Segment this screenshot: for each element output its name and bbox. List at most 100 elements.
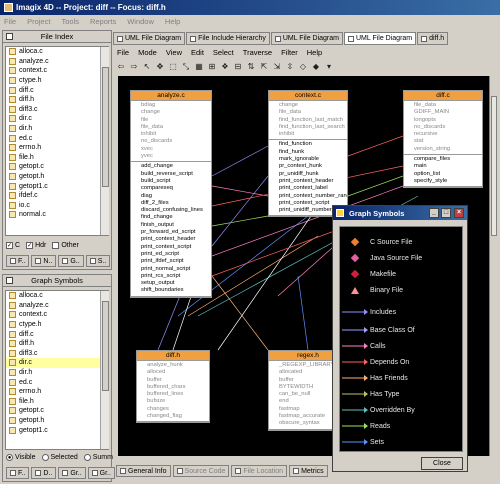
forward-icon[interactable]: ⇨ [129,62,139,72]
diagram-node[interactable]: diff.h analyze_hunk alloced buffer buffered_… [136,350,210,424]
node-member[interactable]: inhibit [269,131,347,138]
node-member[interactable]: print_context_script [131,244,211,251]
list-item[interactable]: diff.c [6,329,108,339]
diagram-menu-mode[interactable]: Mode [138,48,157,57]
node-member[interactable]: alloced [137,369,209,376]
filter-other[interactable]: Other [52,242,79,249]
list-item[interactable]: ifdef.c [6,191,108,201]
node-member[interactable]: yvec [131,153,211,160]
list-item[interactable]: ed.c [6,133,108,143]
filter-hdr[interactable]: ✓ Hdr [26,242,46,249]
dependency-edge[interactable] [211,275,269,351]
tab-diff-h[interactable]: diff.h [417,32,449,45]
list-item[interactable]: diff.c [6,85,108,95]
radio-summ[interactable]: Summ [83,454,113,461]
radio-summ-dot[interactable] [83,454,91,461]
filter-c[interactable]: ✓ C [6,242,20,249]
panel-menu-icon[interactable] [6,33,13,40]
dropdown-icon[interactable]: ▾ [324,62,334,72]
tab-n[interactable]: N.. [31,255,57,267]
node-member[interactable]: print_ed_script [131,251,211,258]
tab-metrics[interactable]: Metrics [289,465,328,477]
node-member[interactable]: version_string [404,146,482,153]
zoom-icon[interactable]: ⤡ [181,62,191,72]
panel-menu-icon[interactable] [6,277,13,284]
list-item[interactable]: file.h [6,153,108,163]
dependency-edge[interactable] [211,225,349,277]
list-item[interactable]: getopt1.c [6,181,108,191]
layout-tree-icon[interactable]: ⊞ [207,62,217,72]
tab-gr-2[interactable]: Gr.. [87,467,115,479]
node-member[interactable]: find_change [131,214,211,221]
diagram-node[interactable]: analyze.c bdiag change file file_data inhibit… [130,90,212,298]
list-item[interactable]: getopt.h [6,172,108,182]
node-member[interactable]: diag [131,193,211,200]
list-item[interactable]: io.c [6,201,108,211]
dependency-edge[interactable] [211,185,269,197]
node-member[interactable]: print_context_label [269,185,347,192]
list-item[interactable]: context.c [6,310,108,320]
close-button[interactable]: Close [421,457,463,470]
node-member[interactable]: bufsize [137,398,209,405]
list-item[interactable]: errno.h [6,387,108,397]
checkbox-hdr[interactable]: ✓ [26,242,34,249]
scrollbar-thumb[interactable] [102,301,109,391]
rubberband-icon[interactable]: ⬚ [168,62,178,72]
expand-icon[interactable]: ⇲ [272,62,282,72]
tab-f[interactable]: F.. [6,255,30,267]
node-member[interactable]: analyze_hunk [137,362,209,369]
node-member[interactable]: change [269,102,347,109]
graph-symbols-scrollbar[interactable] [100,291,109,449]
diagram-menu-select[interactable]: Select [213,48,234,57]
list-item[interactable]: file.h [6,397,108,407]
menu-project[interactable]: Project [27,17,50,26]
diagram-menu-filter[interactable]: Filter [281,48,298,57]
node-member[interactable]: find_hunk [269,149,347,156]
tab-g[interactable]: G.. [58,255,84,267]
tab-s[interactable]: S.. [85,255,111,267]
diagram-menu-edit[interactable]: Edit [191,48,204,57]
node-member[interactable]: buffered_chars [137,384,209,391]
node-member[interactable]: file_data [131,124,211,131]
dependency-edge[interactable] [347,135,404,157]
dependency-edge[interactable] [217,205,319,351]
diagram-menu-view[interactable]: View [166,48,182,57]
node-member[interactable]: find_function [269,141,347,148]
node-member[interactable]: option_list [404,171,482,178]
tab-f[interactable]: F.. [6,467,30,479]
collapse-icon[interactable]: ⇳ [285,62,295,72]
layout-grid-icon[interactable]: ▦ [194,62,204,72]
node-member[interactable]: print_rcs_script [131,273,211,280]
tab-source-code[interactable]: Source Code [172,465,230,477]
tab-uml-file-diagram-3[interactable]: UML File Diagram [343,32,417,45]
node-member[interactable]: no_discards [131,138,211,145]
list-item[interactable]: diff3.c [6,105,108,115]
node-member[interactable]: specify_style [404,178,482,185]
list-item[interactable]: ctype.h [6,320,108,330]
node-member[interactable]: inhibit [131,131,211,138]
select-arrow-icon[interactable]: ↖ [142,62,152,72]
node-member[interactable]: recursive [404,131,482,138]
diagram-menu-help[interactable]: Help [307,48,322,57]
tab-d[interactable]: D.. [31,467,57,479]
graph-symbols-list[interactable]: alloca.c analyze.c context.c ctype.h diff.c d… [5,290,109,450]
node-member[interactable]: add_change [131,163,211,170]
node-member[interactable]: no_discards [404,124,482,131]
list-item[interactable]: dir.h [6,368,108,378]
node-member[interactable]: GDIFF_MAIN [404,109,482,116]
node-member[interactable]: pr_context_hunk [269,163,347,170]
fit-icon[interactable]: ⇱ [259,62,269,72]
node-member[interactable]: print_context_header [131,236,211,243]
menu-window[interactable]: Window [127,17,154,26]
menu-help[interactable]: Help [165,17,180,26]
list-item[interactable]: dir.h [6,124,108,134]
node-member[interactable]: buffer [137,377,209,384]
node-member[interactable]: finish_output [131,222,211,229]
node-member[interactable]: compare_files [404,156,482,163]
tab-uml-file-diagram-1[interactable]: UML File Diagram [113,32,186,45]
node-member[interactable]: diff_2_files [131,200,211,207]
list-item[interactable]: alloca.c [6,291,108,301]
list-item[interactable]: dir.c [6,358,108,368]
list-item[interactable]: diff.h [6,95,108,105]
node-member[interactable]: build_reverse_script [131,171,211,178]
